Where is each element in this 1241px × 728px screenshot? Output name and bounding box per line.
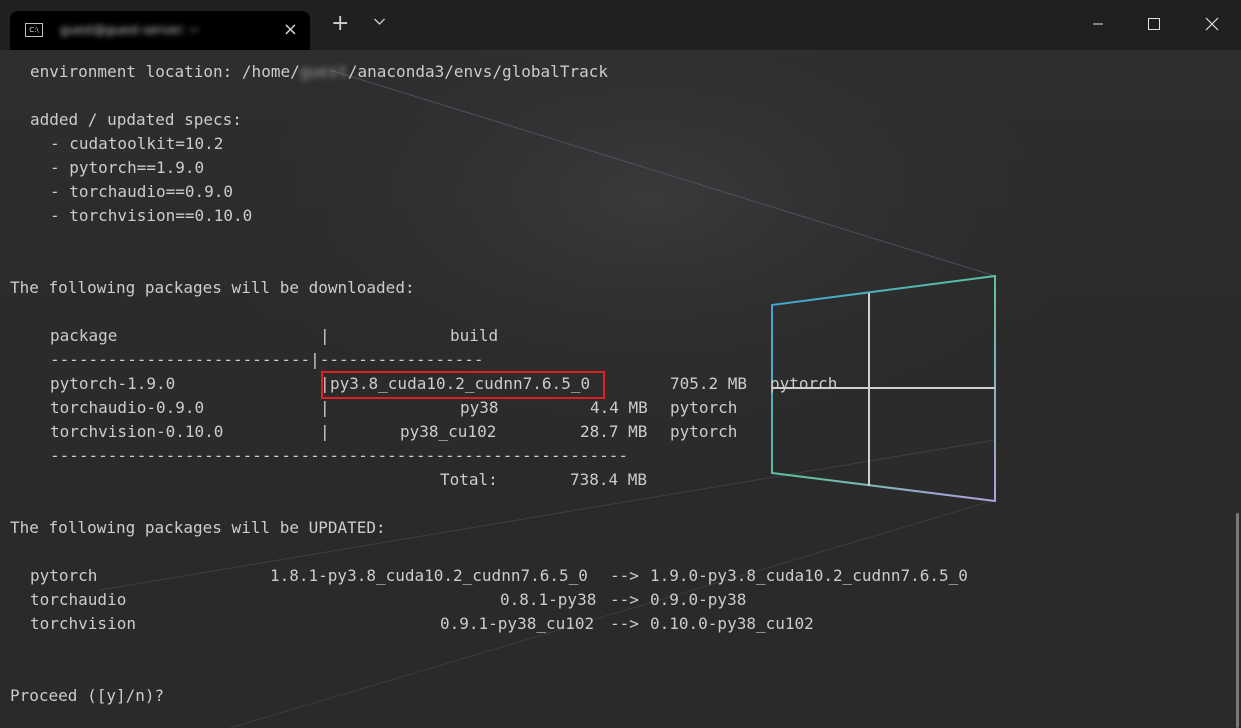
close-window-button[interactable]	[1188, 8, 1234, 40]
env-location-line: environment location: /home/guest/anacon…	[30, 60, 608, 84]
title-bar: C:\ guest@guest-server: ~ × +	[0, 0, 1241, 50]
highlight-box	[321, 371, 605, 399]
download-build: py38_cu102	[400, 422, 497, 441]
scrollbar[interactable]	[1236, 513, 1239, 728]
maximize-button[interactable]	[1131, 8, 1177, 40]
update-arrow: -->	[610, 566, 639, 585]
download-package: torchaudio-0.9.0	[50, 398, 205, 417]
env-location-prefix: environment location: /home/	[30, 62, 300, 81]
tab-close-icon[interactable]: ×	[283, 19, 298, 40]
spec-item: - torchaudio==0.9.0	[50, 182, 234, 201]
update-to: 0.10.0-py38_cu102	[650, 614, 814, 633]
updated-header: The following packages will be UPDATED:	[10, 518, 386, 537]
download-sep: |	[320, 398, 330, 417]
total-label: Total:	[440, 470, 498, 489]
update-to: 1.9.0-py3.8_cuda10.2_cudnn7.6.5_0	[650, 566, 968, 585]
new-tab-button[interactable]: +	[331, 12, 349, 36]
update-from: 0.8.1-py38	[500, 590, 597, 609]
minimize-button[interactable]	[1075, 8, 1121, 40]
update-name: pytorch	[30, 566, 98, 585]
download-package: torchvision-0.10.0	[50, 422, 224, 441]
download-channel: pytorch	[770, 374, 838, 393]
total-value: 738.4 MB	[570, 470, 648, 489]
update-to: 0.9.0-py38	[650, 590, 747, 609]
download-header: The following packages will be downloade…	[10, 278, 415, 297]
update-arrow: -->	[610, 614, 639, 633]
table-rule: ---------------------------|------------…	[50, 350, 484, 369]
table-header-package: package	[50, 326, 118, 345]
tab-title: guest@guest-server: ~	[60, 23, 200, 37]
spec-item: - cudatoolkit=10.2	[50, 134, 224, 153]
spec-item: - pytorch==1.9.0	[50, 158, 205, 177]
download-sep: |	[320, 422, 330, 441]
terminal-output[interactable]: environment location: /home/guest/anacon…	[0, 50, 1241, 728]
download-channel: pytorch	[670, 422, 738, 441]
table-header-build: build	[450, 326, 499, 345]
env-location-suffix: /anaconda3/envs/globalTrack	[347, 62, 608, 81]
download-size: 4.4 MB	[590, 398, 648, 417]
specs-header: added / updated specs:	[30, 110, 242, 129]
update-arrow: -->	[610, 590, 639, 609]
chevron-down-icon[interactable]	[374, 16, 385, 27]
download-build: py38	[460, 398, 499, 417]
proceed-prompt[interactable]: Proceed ([y]/n)?	[10, 684, 164, 708]
update-from: 0.9.1-py38_cu102	[440, 614, 595, 633]
spec-item: - torchvision==0.10.0	[50, 206, 253, 225]
env-user: guest	[299, 62, 348, 81]
download-channel: pytorch	[670, 398, 738, 417]
table-header-sep: |	[320, 326, 330, 345]
update-from: 1.8.1-py3.8_cuda10.2_cudnn7.6.5_0	[270, 566, 588, 585]
update-name: torchvision	[30, 614, 136, 633]
download-size: 28.7 MB	[580, 422, 648, 441]
terminal-tab[interactable]: C:\ guest@guest-server: ~ ×	[10, 11, 310, 50]
download-package: pytorch-1.9.0	[50, 374, 176, 393]
terminal-icon: C:\	[25, 23, 43, 37]
update-name: torchaudio	[30, 590, 127, 609]
total-rule: ----------------------------------------…	[50, 446, 628, 465]
download-size: 705.2 MB	[670, 374, 748, 393]
